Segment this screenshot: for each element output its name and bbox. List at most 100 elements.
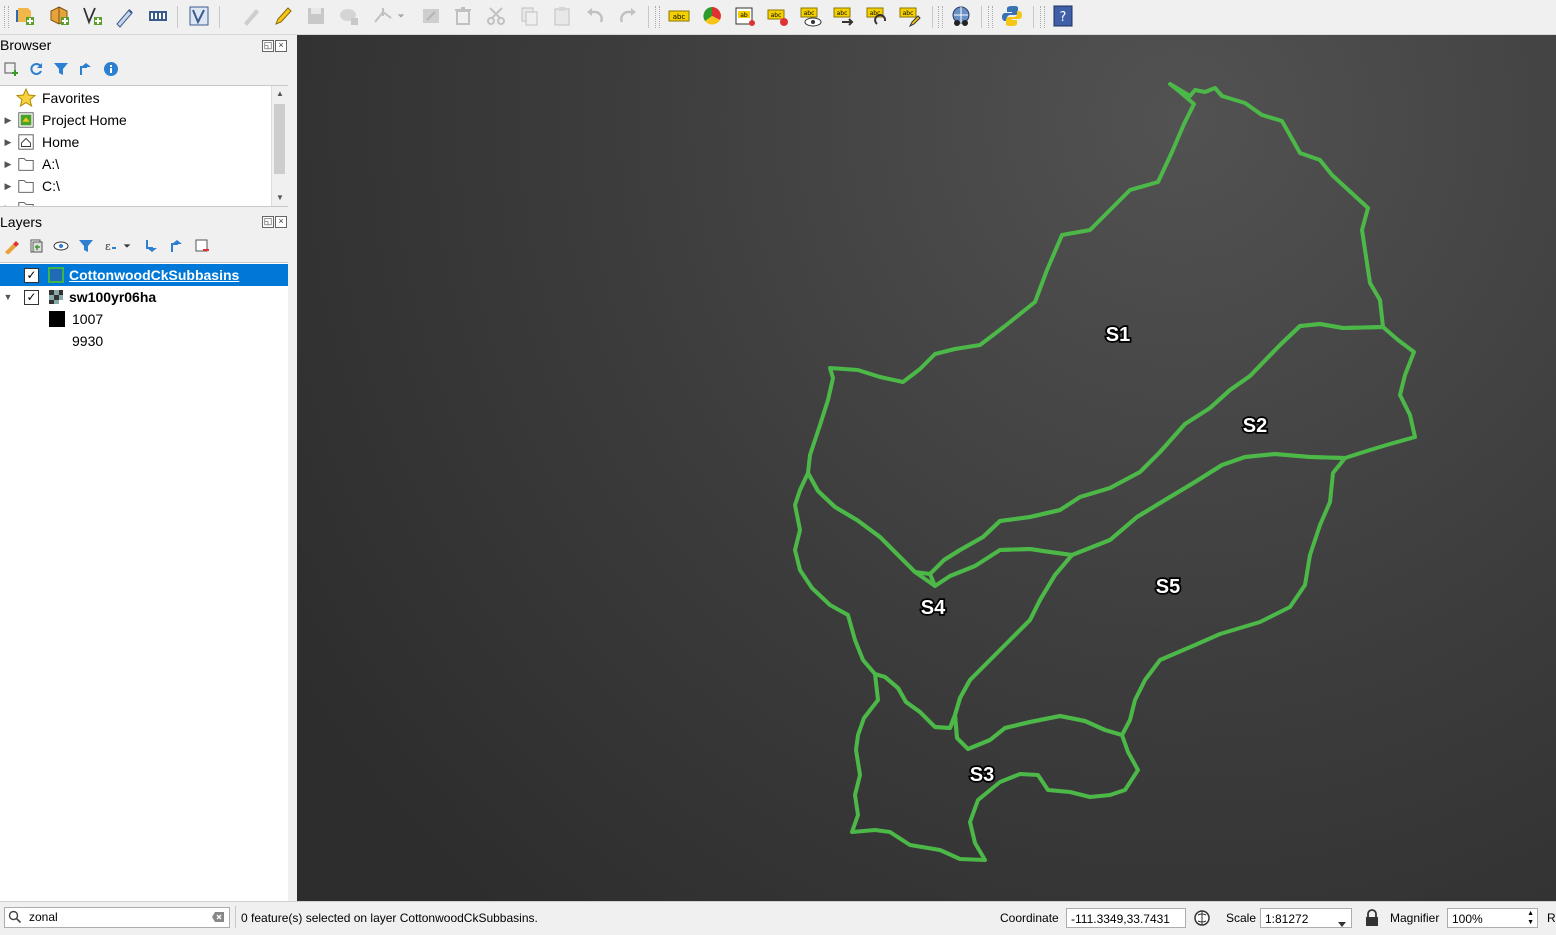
coordinate-field[interactable]: -111.3349,33.7431: [1066, 908, 1186, 928]
toolbar-grip[interactable]: [655, 6, 660, 28]
expand-arrow-icon[interactable]: ▶: [0, 203, 16, 207]
pin-labels-icon[interactable]: abc: [765, 3, 791, 29]
close-panel-button[interactable]: ×: [275, 216, 287, 228]
remove-layer-icon[interactable]: [193, 237, 211, 255]
expand-all-icon[interactable]: [143, 237, 161, 255]
filter-dropdown-icon[interactable]: [121, 237, 133, 255]
add-feature-icon[interactable]: [336, 3, 362, 29]
map-canvas[interactable]: S1 S2 S3 S4 S5: [297, 35, 1556, 901]
help-icon[interactable]: ?: [1050, 3, 1076, 29]
layer-name: CottonwoodCkSubbasins: [69, 267, 240, 283]
open-data-source-manager-icon[interactable]: [12, 3, 38, 29]
python-console-icon[interactable]: [999, 3, 1025, 29]
paste-features-icon[interactable]: [549, 3, 575, 29]
legend-label: 1007: [72, 311, 104, 327]
spin-down-icon[interactable]: ▼: [1527, 919, 1534, 927]
refresh-icon[interactable]: [27, 60, 45, 78]
scale-label: Scale: [1226, 911, 1257, 925]
modify-attributes-icon[interactable]: [418, 3, 444, 29]
collapse-all-icon[interactable]: [77, 60, 95, 78]
toolbar-grip[interactable]: [988, 6, 993, 28]
change-label-properties-icon[interactable]: abc: [897, 3, 923, 29]
rotate-label-icon[interactable]: abc: [864, 3, 890, 29]
locator-search-box[interactable]: zonal: [4, 907, 230, 928]
browser-item-project-home[interactable]: ▶ Project Home: [0, 109, 127, 131]
browser-item-home[interactable]: ▶ Home: [0, 131, 80, 153]
float-panel-button[interactable]: ◱: [262, 216, 274, 228]
toggle-editing-icon[interactable]: [270, 3, 296, 29]
layers-tree[interactable]: ✓ CottonwoodCkSubbasins ▼ ✓ sw100yr06ha …: [0, 262, 288, 901]
toolbar-separator: [1033, 6, 1034, 28]
save-layer-edits-icon[interactable]: [303, 3, 329, 29]
subbasin-label-s4: S4: [921, 597, 946, 619]
delete-selected-icon[interactable]: [450, 3, 476, 29]
layer-visibility-checkbox[interactable]: ✓: [24, 267, 39, 283]
vertex-tool-dropdown-icon[interactable]: [394, 3, 408, 29]
filter-by-expression-icon[interactable]: ε: [102, 237, 120, 255]
home-icon: [16, 132, 36, 152]
float-panel-button[interactable]: ◱: [262, 40, 274, 52]
manage-map-themes-icon[interactable]: [52, 237, 70, 255]
new-geopackage-layer-icon[interactable]: [46, 3, 72, 29]
undo-icon[interactable]: [582, 3, 608, 29]
clear-search-icon[interactable]: [211, 911, 225, 923]
layer-visibility-checkbox[interactable]: ✓: [24, 289, 39, 305]
scrollbar-thumb[interactable]: [274, 104, 285, 174]
chevron-down-icon[interactable]: [1337, 915, 1347, 935]
scroll-down-arrow-icon[interactable]: ▼: [272, 190, 288, 206]
toggle-extents-icon[interactable]: [1193, 909, 1211, 927]
toolbar-grip[interactable]: [4, 6, 9, 28]
panel-splitter[interactable]: [289, 35, 297, 901]
toolbar-grip[interactable]: [1040, 6, 1045, 28]
show-hide-labels-icon[interactable]: abc: [798, 3, 824, 29]
scale-combobox[interactable]: 1:81272: [1260, 908, 1352, 928]
browser-item-partial[interactable]: ▶: [0, 197, 42, 207]
layer-item-sw100yr06ha[interactable]: ▼ ✓ sw100yr06ha: [0, 286, 288, 308]
expand-arrow-icon[interactable]: ▼: [0, 292, 16, 302]
digitize-icon[interactable]: [186, 3, 212, 29]
new-virtual-layer-icon[interactable]: [145, 3, 171, 29]
vertex-tool-icon[interactable]: [370, 3, 396, 29]
browser-item-c-drive[interactable]: ▶ C:\: [0, 175, 60, 197]
add-selected-layers-icon[interactable]: [2, 60, 20, 78]
expand-arrow-icon[interactable]: ▶: [0, 115, 16, 126]
spin-up-icon[interactable]: ▲: [1527, 910, 1534, 918]
subbasin-label-s3: S3: [970, 764, 994, 786]
new-shapefile-layer-icon[interactable]: [79, 3, 105, 29]
layer-diagram-icon[interactable]: [699, 3, 725, 29]
layer-styling-icon[interactable]: [2, 237, 20, 255]
new-temporary-scratch-layer-icon[interactable]: [112, 3, 138, 29]
filter-legend-icon[interactable]: [77, 237, 95, 255]
browser-tree[interactable]: Favorites ▶ Project Home ▶ Home ▶ A:\ ▶ …: [0, 85, 288, 207]
expand-arrow-icon[interactable]: ▶: [0, 137, 16, 148]
add-group-icon[interactable]: [27, 237, 45, 255]
search-input[interactable]: zonal: [29, 910, 58, 924]
browser-item-label: C:\: [42, 178, 60, 194]
toolbar-grip[interactable]: [938, 6, 943, 28]
legend-item-9930: 9930: [0, 330, 288, 352]
current-edits-icon[interactable]: [238, 3, 264, 29]
close-panel-button[interactable]: ×: [275, 40, 287, 52]
browser-item-favorites[interactable]: Favorites: [0, 87, 100, 109]
info-icon[interactable]: [102, 60, 120, 78]
scroll-up-arrow-icon[interactable]: ▲: [272, 86, 288, 102]
cut-features-icon[interactable]: [483, 3, 509, 29]
magnifier-spinbox[interactable]: 100% ▲ ▼: [1447, 908, 1538, 928]
highlight-pinned-labels-icon[interactable]: ab: [732, 3, 758, 29]
browser-scrollbar[interactable]: ▲ ▼: [271, 86, 288, 206]
copy-features-icon[interactable]: [516, 3, 542, 29]
expand-arrow-icon[interactable]: ▶: [0, 181, 16, 192]
redo-icon[interactable]: [615, 3, 641, 29]
expand-arrow-icon[interactable]: ▶: [0, 159, 16, 170]
browser-item-a-drive[interactable]: ▶ A:\: [0, 153, 60, 175]
browser-item-label: Home: [42, 134, 80, 150]
lock-scale-icon[interactable]: [1364, 909, 1380, 927]
filter-icon[interactable]: [52, 60, 70, 78]
toolbar-separator: [219, 6, 220, 28]
layer-item-cottonwoodcksubbasins[interactable]: ✓ CottonwoodCkSubbasins: [0, 264, 288, 286]
plugin-icon[interactable]: [948, 3, 974, 29]
move-label-icon[interactable]: abc: [831, 3, 857, 29]
collapse-all-icon[interactable]: [168, 237, 186, 255]
label-toolbar-icon[interactable]: abc: [666, 3, 692, 29]
raster-background: [297, 35, 1556, 901]
